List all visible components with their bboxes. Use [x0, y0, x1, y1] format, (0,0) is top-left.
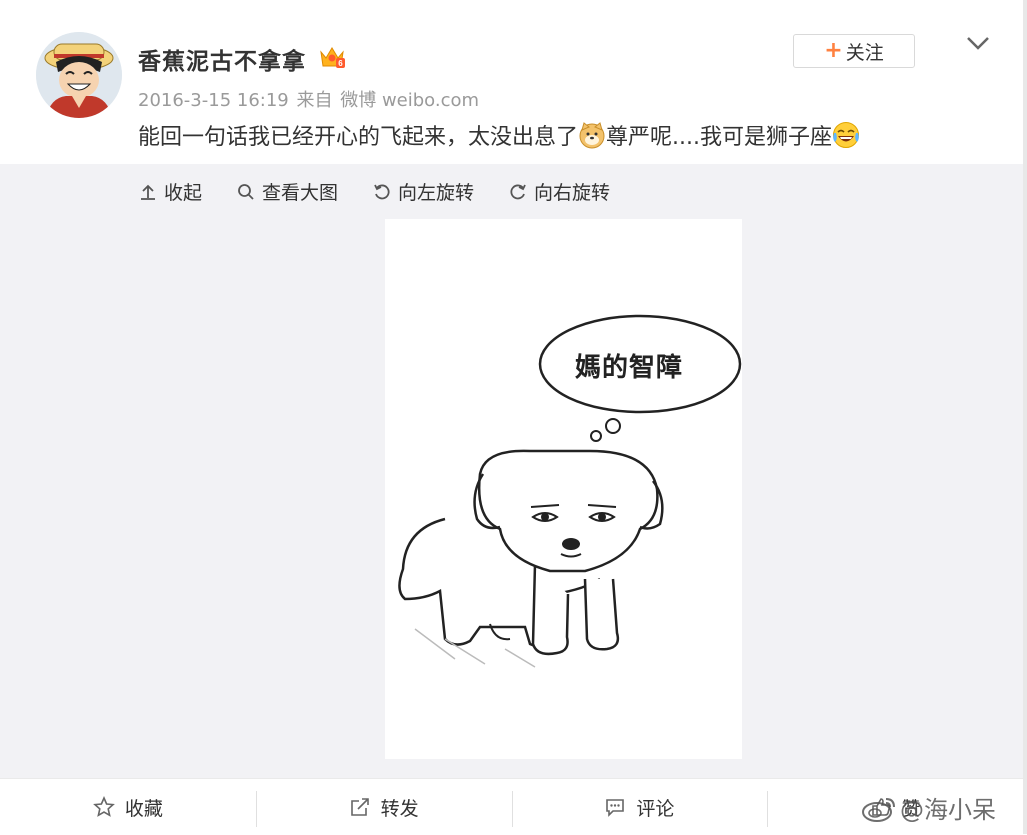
follow-button[interactable]: + 关注	[793, 34, 915, 68]
favorite-label: 收藏	[124, 797, 163, 820]
upload-arrow-icon	[141, 184, 155, 200]
plus-icon: +	[824, 38, 843, 63]
svg-text:6: 6	[338, 59, 343, 68]
follow-label: 关注	[845, 41, 884, 64]
avatar-image	[36, 32, 122, 118]
source-prefix: 来自	[296, 90, 333, 111]
vip-crown-icon[interactable]: 6	[318, 44, 346, 70]
star-icon	[92, 796, 115, 817]
repost-button[interactable]: 转发	[255, 779, 512, 835]
repost-label: 转发	[380, 797, 419, 820]
chevron-down-icon[interactable]	[965, 34, 991, 52]
favorite-button[interactable]: 收藏	[0, 779, 256, 835]
post-image[interactable]: 媽的智障	[385, 219, 742, 759]
post-text-part1: 能回一句话我已经开心的飞起来，太没出息了	[138, 125, 579, 150]
rotate-right-button[interactable]: 向右旋转	[508, 178, 610, 205]
rotate-right-icon	[510, 184, 526, 199]
rotate-left-button[interactable]: 向左旋转	[372, 178, 474, 205]
bubble-text: 媽的智障	[575, 353, 684, 383]
share-icon	[350, 798, 369, 816]
collapse-label: 收起	[164, 182, 203, 204]
weibo-logo-icon	[862, 797, 895, 822]
post-source[interactable]: 微博 weibo.com	[340, 90, 479, 111]
dog-meme-illustration	[385, 219, 742, 759]
laugh-cry-emoji-icon	[833, 122, 859, 148]
rotate-left-label: 向左旋转	[398, 182, 475, 204]
search-icon	[238, 183, 254, 200]
comment-icon	[606, 799, 625, 817]
collapse-button[interactable]: 收起	[138, 178, 202, 205]
rotate-right-label: 向右旋转	[534, 182, 611, 204]
comment-label: 评论	[636, 797, 675, 820]
post-text: 能回一句话我已经开心的飞起来，太没出息了 尊严呢....我可是狮子座	[138, 119, 860, 151]
username[interactable]: 香蕉泥古不拿拿	[138, 42, 306, 76]
media-toolbar: 收起 查看大图 向左旋转 向右旋转	[138, 178, 644, 205]
comment-button[interactable]: 评论	[511, 779, 768, 835]
view-large-label: 查看大图	[262, 182, 339, 204]
view-large-button[interactable]: 查看大图	[236, 178, 338, 205]
watermark-text: @海小呆	[900, 796, 996, 824]
post-text-part2: 尊严呢....我可是狮子座	[606, 125, 832, 150]
doge-emoji-icon	[579, 122, 605, 149]
post-date[interactable]: 2016-3-15 16:19	[138, 90, 289, 111]
rotate-left-icon	[374, 184, 390, 199]
post-meta: 2016-3-15 16:19 来自 微博 weibo.com	[138, 86, 481, 112]
weibo-post: 香蕉泥古不拿拿 6 + 关注 2016-3-15 16:19 来自 微博 wei…	[0, 0, 1023, 835]
avatar[interactable]	[36, 32, 122, 118]
media-panel: 收起 查看大图 向左旋转 向右旋转 媽的智障	[0, 164, 1023, 778]
weibo-watermark: @海小呆	[860, 790, 996, 825]
window-edge	[1023, 0, 1027, 834]
